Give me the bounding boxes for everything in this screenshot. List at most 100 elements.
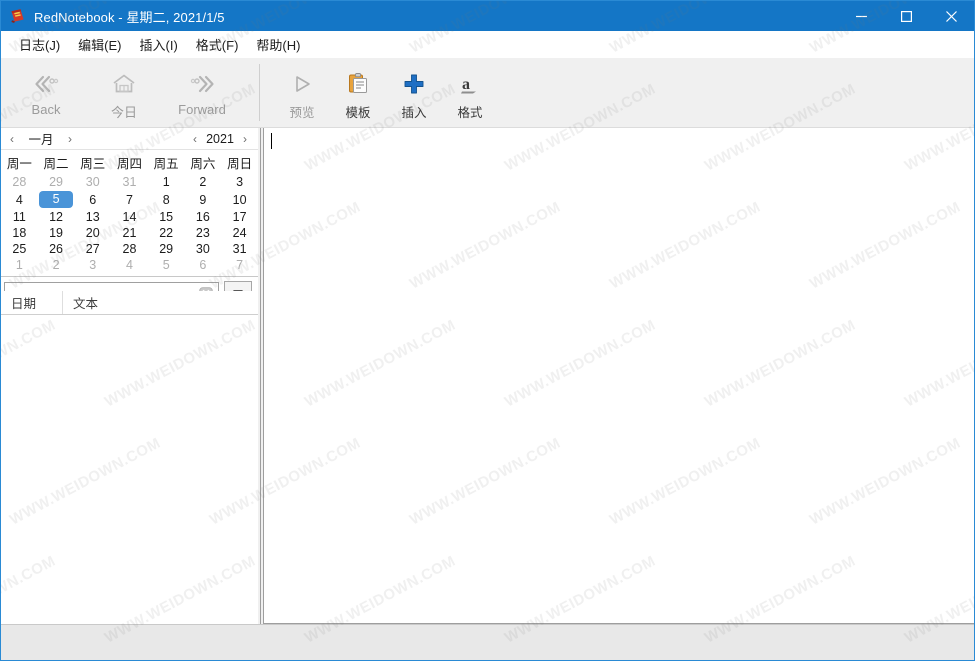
- weekday-header: 周四: [116, 157, 142, 171]
- calendar-day-cell[interactable]: 29: [38, 174, 75, 190]
- calendar-day-cell[interactable]: 31: [221, 241, 258, 257]
- calendar-day-cell[interactable]: 2: [185, 174, 222, 190]
- calendar-weekday-row: 周一 周二 周三 周四 周五 周六 周日: [1, 152, 258, 174]
- calendar-selected-day: 5: [39, 191, 74, 208]
- toolbar-today-label: 今日: [110, 105, 137, 120]
- column-header-text[interactable]: 文本: [63, 291, 258, 314]
- calendar-day-cell[interactable]: 13: [74, 209, 111, 225]
- calendar-header: ‹ 一月 › ‹ 2021 ›: [1, 128, 258, 150]
- column-header-date[interactable]: 日期: [1, 291, 63, 314]
- calendar-day-cell[interactable]: 8: [148, 190, 185, 209]
- calendar-day-cell[interactable]: 16: [185, 209, 222, 225]
- calendar-day-cell[interactable]: 2: [38, 257, 75, 273]
- calendar-day-cell[interactable]: 3: [221, 174, 258, 190]
- calendar-week-row: 18 19 20 21 22 23 24: [1, 225, 258, 241]
- menu-help[interactable]: 帮助(H): [247, 32, 309, 57]
- menu-insert[interactable]: 插入(I): [131, 32, 187, 57]
- calendar-day-cell[interactable]: 21: [111, 225, 148, 241]
- calendar-day-cell[interactable]: 30: [185, 241, 222, 257]
- toolbar-insert-button[interactable]: 插入: [386, 66, 442, 121]
- results-list[interactable]: [1, 315, 258, 624]
- calendar-widget: ‹ 一月 › ‹ 2021 › 周一 周二 周三 周四 周五 周六 周日 28 …: [1, 128, 258, 277]
- template-clipboard-icon: [343, 70, 373, 98]
- maximize-button[interactable]: [884, 1, 929, 31]
- calendar-day-cell[interactable]: 19: [38, 225, 75, 241]
- calendar-day-cell[interactable]: 4: [111, 257, 148, 273]
- editor-panel: [263, 128, 974, 624]
- calendar-day-cell[interactable]: 6: [74, 190, 111, 209]
- calendar-month-nav: ‹ 一月 ›: [1, 129, 77, 148]
- calendar-day-cell[interactable]: 9: [185, 190, 222, 209]
- toolbar: Back 今日 Forward 预览 模板 插入 a 格式: [1, 58, 974, 128]
- calendar-day-cell[interactable]: 14: [111, 209, 148, 225]
- format-a-icon: a: [455, 70, 485, 98]
- toolbar-back-label: Back: [31, 102, 61, 117]
- weekday-header: 周三: [80, 157, 106, 171]
- svg-text:a: a: [462, 76, 470, 93]
- calendar-day-cell[interactable]: 20: [74, 225, 111, 241]
- prev-month-button[interactable]: ‹: [5, 133, 19, 145]
- calendar-year-label: 2021: [206, 131, 234, 146]
- calendar-day-cell[interactable]: 4: [1, 190, 38, 209]
- calendar-day-cell[interactable]: 10: [221, 190, 258, 209]
- toolbar-format-label: 格式: [457, 106, 483, 120]
- toolbar-actions-group: 预览 模板 插入 a 格式: [260, 58, 498, 127]
- calendar-day-cell[interactable]: 1: [1, 257, 38, 273]
- window-controls: [839, 1, 974, 31]
- toolbar-back-button[interactable]: Back: [7, 66, 85, 117]
- next-month-button[interactable]: ›: [63, 133, 77, 145]
- menu-edit[interactable]: 编辑(E): [69, 32, 130, 57]
- application-window: RedNotebook - 星期二, 2021/1/5 日志(J) 编辑(E) …: [0, 0, 975, 661]
- calendar-day-cell[interactable]: 15: [148, 209, 185, 225]
- calendar-day-cell[interactable]: 28: [111, 241, 148, 257]
- title-bar: RedNotebook - 星期二, 2021/1/5: [1, 1, 974, 31]
- close-button[interactable]: [929, 1, 974, 31]
- minimize-button[interactable]: [839, 1, 884, 31]
- toolbar-forward-button[interactable]: Forward: [163, 66, 241, 117]
- calendar-day-cell[interactable]: 6: [185, 257, 222, 273]
- calendar-day-cell[interactable]: 17: [221, 209, 258, 225]
- toolbar-template-label: 模板: [345, 106, 371, 120]
- toolbar-preview-label: 预览: [289, 106, 315, 120]
- menu-bar: 日志(J) 编辑(E) 插入(I) 格式(F) 帮助(H): [1, 31, 974, 58]
- toolbar-template-button[interactable]: 模板: [330, 66, 386, 121]
- weekday-header: 周六: [190, 157, 216, 171]
- calendar-day-cell[interactable]: 31: [111, 174, 148, 190]
- calendar-day-cell[interactable]: 27: [74, 241, 111, 257]
- calendar-day-cell[interactable]: 5: [148, 257, 185, 273]
- toolbar-insert-label: 插入: [401, 106, 427, 120]
- toolbar-format-button[interactable]: a 格式: [442, 66, 498, 121]
- results-header: 日期 文本: [1, 291, 258, 315]
- calendar-day-cell[interactable]: 22: [148, 225, 185, 241]
- back-arrow-icon: [31, 70, 61, 98]
- calendar-day-cell[interactable]: 24: [221, 225, 258, 241]
- search-results-panel: 日期 文本: [1, 291, 258, 624]
- menu-journal[interactable]: 日志(J): [10, 32, 69, 57]
- calendar-day-cell[interactable]: 5: [38, 190, 75, 209]
- calendar-day-cell[interactable]: 1: [148, 174, 185, 190]
- calendar-day-cell[interactable]: 30: [74, 174, 111, 190]
- calendar-day-cell[interactable]: 29: [148, 241, 185, 257]
- next-year-button[interactable]: ›: [238, 133, 252, 145]
- calendar-day-cell[interactable]: 23: [185, 225, 222, 241]
- menu-format[interactable]: 格式(F): [187, 32, 248, 57]
- calendar-year-nav: ‹ 2021 ›: [188, 132, 258, 146]
- status-bar: [1, 624, 974, 660]
- calendar-day-cell[interactable]: 18: [1, 225, 38, 241]
- calendar-day-cell[interactable]: 28: [1, 174, 38, 190]
- toolbar-today-button[interactable]: 今日: [85, 66, 163, 121]
- weekday-header: 周一: [6, 157, 32, 171]
- calendar-body: 28 29 30 31 1 2 3 4 5 6 7 8 9 10 11 12 13 14 15 16 17 18 19 20 2…: [1, 174, 258, 273]
- calendar-day-cell[interactable]: 11: [1, 209, 38, 225]
- calendar-day-cell[interactable]: 25: [1, 241, 38, 257]
- calendar-day-cell[interactable]: 12: [38, 209, 75, 225]
- calendar-day-cell[interactable]: 7: [221, 257, 258, 273]
- calendar-day-cell[interactable]: 3: [74, 257, 111, 273]
- preview-play-icon: [287, 70, 317, 98]
- prev-year-button[interactable]: ‹: [188, 133, 202, 145]
- calendar-day-cell[interactable]: 26: [38, 241, 75, 257]
- calendar-day-cell[interactable]: 7: [111, 190, 148, 209]
- insert-plus-icon: [399, 70, 429, 98]
- journal-text-editor[interactable]: [264, 128, 974, 623]
- toolbar-preview-button[interactable]: 预览: [274, 66, 330, 121]
